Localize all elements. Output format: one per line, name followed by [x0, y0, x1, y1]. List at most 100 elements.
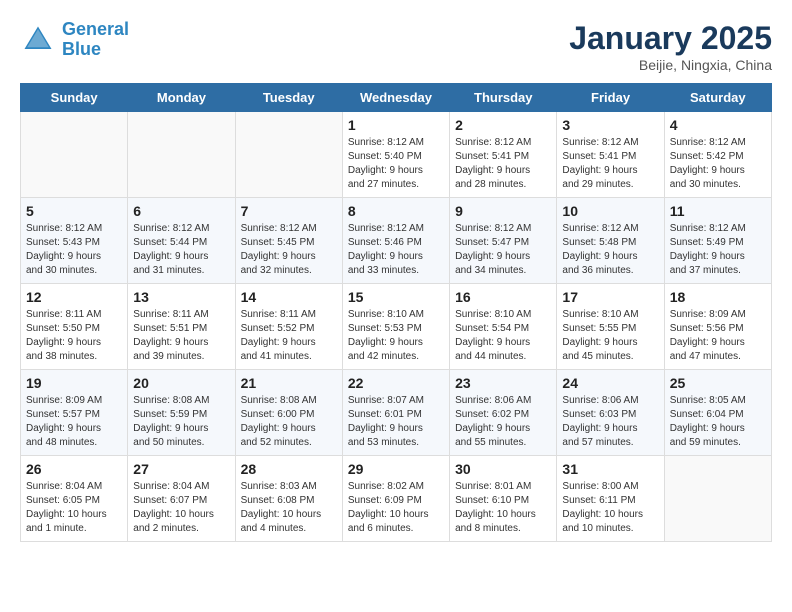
day-number: 28	[241, 461, 337, 477]
week-row-3: 12Sunrise: 8:11 AM Sunset: 5:50 PM Dayli…	[21, 284, 772, 370]
day-number: 12	[26, 289, 122, 305]
day-number: 20	[133, 375, 229, 391]
calendar-cell-w1-d2	[235, 112, 342, 198]
calendar-cell-w4-d0: 19 Sunrise: 8:09 AM Sunset: 5:57 PM Dayli…	[21, 370, 128, 456]
day-number: 15	[348, 289, 444, 305]
day-info: Sunrise: 8:04 AM Sunset: 6:07 PM Dayligh…	[133, 480, 229, 536]
calendar-cell-w1-d0	[21, 112, 128, 198]
calendar-cell-w5-d5: 31Sunrise: 8:00 AM Sunset: 6:11 PM Dayli…	[557, 456, 664, 542]
day-number: 22	[348, 375, 444, 391]
day-info: Sunrise: 8:03 AM Sunset: 6:08 PM Dayligh…	[241, 480, 337, 536]
calendar-cell-w4-d5: 24Sunrise: 8:06 AM Sunset: 6:03 PM Dayli…	[557, 370, 664, 456]
day-info: Sunrise: 8:12 AM Sunset: 5:46 PM Dayligh…	[348, 222, 444, 278]
calendar-cell-w4-d3: 22Sunrise: 8:07 AM Sunset: 6:01 PM Dayli…	[342, 370, 449, 456]
calendar-cell-w2-d1: 6 Sunrise: 8:12 AM Sunset: 5:44 PM Daylig…	[128, 198, 235, 284]
calendar-cell-w1-d4: 2 Sunrise: 8:12 AM Sunset: 5:41 PM Daylig…	[450, 112, 557, 198]
page-header: General Blue January 2025 Beijie, Ningxi…	[20, 20, 772, 73]
day-number: 4	[670, 117, 766, 133]
day-number: 2	[455, 117, 551, 133]
day-number: 24	[562, 375, 658, 391]
col-thursday: Thursday	[450, 84, 557, 112]
title-area: January 2025 Beijie, Ningxia, China	[569, 20, 772, 73]
day-number: 9	[455, 203, 551, 219]
calendar-table: Sunday Monday Tuesday Wednesday Thursday…	[20, 83, 772, 542]
col-saturday: Saturday	[664, 84, 771, 112]
day-info: Sunrise: 8:05 AM Sunset: 6:04 PM Dayligh…	[670, 394, 766, 450]
col-friday: Friday	[557, 84, 664, 112]
logo-text: General Blue	[62, 20, 129, 60]
day-info: Sunrise: 8:11 AM Sunset: 5:52 PM Dayligh…	[241, 308, 337, 364]
day-info: Sunrise: 8:06 AM Sunset: 6:02 PM Dayligh…	[455, 394, 551, 450]
calendar-cell-w1-d3: 1Sunrise: 8:12 AM Sunset: 5:40 PM Daylig…	[342, 112, 449, 198]
calendar-cell-w5-d3: 29 Sunrise: 8:02 AM Sunset: 6:09 PM Dayli…	[342, 456, 449, 542]
day-info: Sunrise: 8:12 AM Sunset: 5:42 PM Dayligh…	[670, 136, 766, 192]
calendar-cell-w5-d2: 28 Sunrise: 8:03 AM Sunset: 6:08 PM Dayli…	[235, 456, 342, 542]
day-number: 17	[562, 289, 658, 305]
calendar-cell-w2-d3: 8 Sunrise: 8:12 AM Sunset: 5:46 PM Daylig…	[342, 198, 449, 284]
logo: General Blue	[20, 20, 129, 60]
day-info: Sunrise: 8:12 AM Sunset: 5:47 PM Dayligh…	[455, 222, 551, 278]
calendar-cell-w5-d6	[664, 456, 771, 542]
col-wednesday: Wednesday	[342, 84, 449, 112]
day-info: Sunrise: 8:10 AM Sunset: 5:55 PM Dayligh…	[562, 308, 658, 364]
day-info: Sunrise: 8:08 AM Sunset: 5:59 PM Dayligh…	[133, 394, 229, 450]
day-number: 16	[455, 289, 551, 305]
day-number: 10	[562, 203, 658, 219]
calendar-cell-w2-d2: 7 Sunrise: 8:12 AM Sunset: 5:45 PM Daylig…	[235, 198, 342, 284]
week-row-2: 5Sunrise: 8:12 AM Sunset: 5:43 PM Daylig…	[21, 198, 772, 284]
col-tuesday: Tuesday	[235, 84, 342, 112]
day-info: Sunrise: 8:12 AM Sunset: 5:49 PM Dayligh…	[670, 222, 766, 278]
calendar-cell-w1-d5: 3Sunrise: 8:12 AM Sunset: 5:41 PM Daylig…	[557, 112, 664, 198]
day-number: 19	[26, 375, 122, 391]
day-info: Sunrise: 8:10 AM Sunset: 5:54 PM Dayligh…	[455, 308, 551, 364]
day-number: 26	[26, 461, 122, 477]
week-row-5: 26 Sunrise: 8:04 AM Sunset: 6:05 PM Dayli…	[21, 456, 772, 542]
day-info: Sunrise: 8:12 AM Sunset: 5:44 PM Dayligh…	[133, 222, 229, 278]
day-number: 8	[348, 203, 444, 219]
calendar-cell-w1-d6: 4 Sunrise: 8:12 AM Sunset: 5:42 PM Daylig…	[664, 112, 771, 198]
calendar-cell-w2-d6: 11 Sunrise: 8:12 AM Sunset: 5:49 PM Dayli…	[664, 198, 771, 284]
calendar-cell-w2-d4: 9 Sunrise: 8:12 AM Sunset: 5:47 PM Daylig…	[450, 198, 557, 284]
calendar-cell-w3-d4: 16 Sunrise: 8:10 AM Sunset: 5:54 PM Dayli…	[450, 284, 557, 370]
day-number: 21	[241, 375, 337, 391]
calendar-cell-w2-d5: 10 Sunrise: 8:12 AM Sunset: 5:48 PM Dayli…	[557, 198, 664, 284]
calendar-title: January 2025	[569, 20, 772, 57]
day-info: Sunrise: 8:09 AM Sunset: 5:56 PM Dayligh…	[670, 308, 766, 364]
calendar-cell-w5-d4: 30Sunrise: 8:01 AM Sunset: 6:10 PM Dayli…	[450, 456, 557, 542]
day-number: 23	[455, 375, 551, 391]
day-number: 18	[670, 289, 766, 305]
day-info: Sunrise: 8:12 AM Sunset: 5:48 PM Dayligh…	[562, 222, 658, 278]
week-row-1: 1Sunrise: 8:12 AM Sunset: 5:40 PM Daylig…	[21, 112, 772, 198]
col-sunday: Sunday	[21, 84, 128, 112]
day-number: 29	[348, 461, 444, 477]
calendar-cell-w5-d1: 27 Sunrise: 8:04 AM Sunset: 6:07 PM Dayli…	[128, 456, 235, 542]
day-number: 27	[133, 461, 229, 477]
day-number: 30	[455, 461, 551, 477]
calendar-cell-w4-d2: 21 Sunrise: 8:08 AM Sunset: 6:00 PM Dayli…	[235, 370, 342, 456]
day-number: 7	[241, 203, 337, 219]
calendar-cell-w1-d1	[128, 112, 235, 198]
logo-icon	[20, 22, 56, 58]
calendar-cell-w4-d6: 25 Sunrise: 8:05 AM Sunset: 6:04 PM Dayli…	[664, 370, 771, 456]
day-info: Sunrise: 8:02 AM Sunset: 6:09 PM Dayligh…	[348, 480, 444, 536]
calendar-cell-w3-d1: 13 Sunrise: 8:11 AM Sunset: 5:51 PM Dayli…	[128, 284, 235, 370]
day-info: Sunrise: 8:00 AM Sunset: 6:11 PM Dayligh…	[562, 480, 658, 536]
day-info: Sunrise: 8:12 AM Sunset: 5:45 PM Dayligh…	[241, 222, 337, 278]
col-monday: Monday	[128, 84, 235, 112]
day-info: Sunrise: 8:09 AM Sunset: 5:57 PM Dayligh…	[26, 394, 122, 450]
day-number: 13	[133, 289, 229, 305]
calendar-cell-w3-d2: 14Sunrise: 8:11 AM Sunset: 5:52 PM Dayli…	[235, 284, 342, 370]
day-number: 6	[133, 203, 229, 219]
calendar-header-row: Sunday Monday Tuesday Wednesday Thursday…	[21, 84, 772, 112]
calendar-cell-w4-d1: 20 Sunrise: 8:08 AM Sunset: 5:59 PM Dayli…	[128, 370, 235, 456]
day-number: 5	[26, 203, 122, 219]
day-info: Sunrise: 8:12 AM Sunset: 5:40 PM Dayligh…	[348, 136, 444, 192]
day-number: 25	[670, 375, 766, 391]
day-number: 11	[670, 203, 766, 219]
calendar-cell-w3-d0: 12Sunrise: 8:11 AM Sunset: 5:50 PM Dayli…	[21, 284, 128, 370]
day-info: Sunrise: 8:12 AM Sunset: 5:41 PM Dayligh…	[455, 136, 551, 192]
day-info: Sunrise: 8:04 AM Sunset: 6:05 PM Dayligh…	[26, 480, 122, 536]
day-info: Sunrise: 8:12 AM Sunset: 5:41 PM Dayligh…	[562, 136, 658, 192]
day-info: Sunrise: 8:11 AM Sunset: 5:51 PM Dayligh…	[133, 308, 229, 364]
day-info: Sunrise: 8:08 AM Sunset: 6:00 PM Dayligh…	[241, 394, 337, 450]
